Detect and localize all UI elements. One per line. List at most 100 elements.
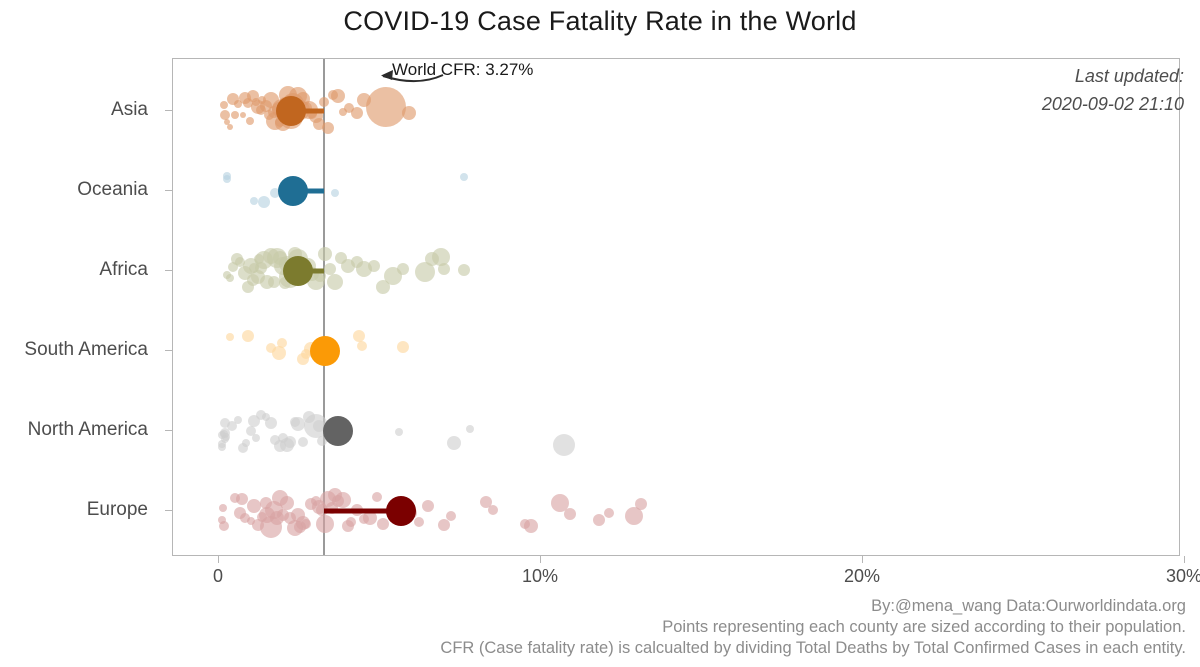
data-point: [459, 172, 468, 181]
x-axis-tick-label: 0: [212, 566, 224, 586]
data-point: [263, 109, 274, 120]
data-point: [234, 416, 243, 425]
data-point: [457, 264, 470, 277]
x-axis-tick-label: 30%: [1165, 566, 1200, 586]
data-point: [334, 492, 351, 509]
data-point: [254, 253, 265, 264]
data-point: [346, 517, 357, 528]
last-updated-value: 2020-09-02 21:10: [1041, 94, 1184, 114]
data-point: [218, 520, 229, 531]
data-point: [351, 107, 364, 120]
data-point: [246, 274, 259, 287]
data-point: [226, 332, 235, 341]
data-point: [222, 433, 231, 442]
data-point: [290, 507, 305, 522]
data-point: [322, 121, 335, 134]
chart-title: COVID-19 Case Fatality Rate in the World: [343, 6, 857, 36]
data-point: [258, 195, 271, 208]
data-point: [326, 273, 343, 290]
y-axis-label-asia: Asia: [111, 99, 148, 120]
y-axis-label-south-america: South America: [24, 339, 148, 360]
data-point: [396, 341, 409, 354]
data-point: [422, 500, 435, 513]
data-point: [235, 492, 248, 505]
data-point: [259, 497, 272, 509]
data-point: [377, 517, 390, 530]
data-point: [238, 92, 251, 105]
data-point: [438, 263, 451, 276]
data-point: [447, 436, 462, 451]
data-point: [357, 340, 368, 351]
data-point: [552, 433, 575, 456]
data-point: [279, 495, 294, 510]
data-point: [487, 505, 498, 516]
x-axis-tick-label: 20%: [843, 566, 881, 586]
data-point: [245, 116, 254, 125]
data-point: [524, 518, 539, 533]
data-point: [413, 516, 424, 527]
data-point: [445, 511, 456, 522]
data-point: [371, 491, 382, 502]
caption-cfr-note: CFR (Case fatality rate) is calcualted b…: [440, 639, 1186, 657]
caption-credit: By:@mena_wang Data:Ourworldindata.org: [871, 597, 1186, 615]
data-point: [242, 438, 251, 447]
data-point: [592, 513, 605, 526]
y-axis-label-europe: Europe: [86, 499, 148, 520]
mean-marker-africa: [282, 256, 313, 286]
data-point: [316, 514, 335, 533]
data-point: [603, 507, 614, 518]
data-point: [276, 337, 287, 348]
mean-marker-oceania: [278, 176, 309, 206]
mean-marker-asia: [276, 96, 307, 126]
y-axis-label-north-america: North America: [27, 419, 148, 440]
data-point: [401, 106, 416, 121]
y-axis-tick: [165, 510, 172, 511]
data-point: [634, 498, 647, 511]
x-axis-tick-label: 10%: [521, 566, 559, 586]
y-axis-label-africa: Africa: [99, 259, 148, 280]
data-point: [330, 189, 339, 198]
x-axis-tick: [1184, 556, 1185, 563]
data-point: [283, 436, 296, 449]
y-axis-tick: [165, 270, 172, 271]
y-axis-label-oceania: Oceania: [77, 179, 148, 200]
data-point: [466, 424, 475, 433]
data-point: [252, 434, 261, 443]
last-updated-label: Last updated:: [1074, 66, 1184, 86]
y-axis-tick: [165, 110, 172, 111]
x-axis-tick: [218, 556, 219, 563]
data-point: [264, 417, 277, 430]
y-axis-tick: [165, 350, 172, 351]
data-point: [218, 503, 227, 512]
data-point: [297, 437, 308, 448]
data-point: [271, 345, 286, 360]
x-axis: 0 10% 20% 30%: [0, 556, 1200, 596]
data-point: [240, 112, 247, 119]
y-axis: Asia Oceania Africa South America North Amer…: [0, 58, 172, 556]
data-point: [366, 87, 407, 128]
y-axis-tick: [165, 190, 172, 191]
data-point: [241, 330, 254, 343]
mean-marker-europe: [385, 496, 416, 526]
plot-panel: [172, 58, 1180, 556]
mean-marker-north-america: [323, 416, 354, 446]
data-point: [563, 507, 576, 520]
data-point: [300, 519, 311, 530]
data-point: [231, 111, 240, 120]
data-point: [318, 247, 333, 262]
data-point: [223, 271, 232, 280]
data-point: [338, 107, 347, 116]
caption-points-note: Points representing each county are size…: [662, 618, 1186, 636]
y-axis-tick: [165, 430, 172, 431]
x-axis-tick: [540, 556, 541, 563]
caption-block: By:@mena_wang Data:Ourworldindata.org Po…: [0, 596, 1186, 659]
world-cfr-reference-line: [323, 59, 326, 555]
data-point: [227, 93, 240, 106]
data-point: [223, 172, 232, 181]
data-point: [396, 262, 409, 275]
data-point: [395, 428, 404, 437]
mean-marker-south-america: [310, 336, 341, 366]
data-point: [219, 101, 228, 110]
data-point: [318, 96, 329, 107]
x-axis-tick: [862, 556, 863, 563]
